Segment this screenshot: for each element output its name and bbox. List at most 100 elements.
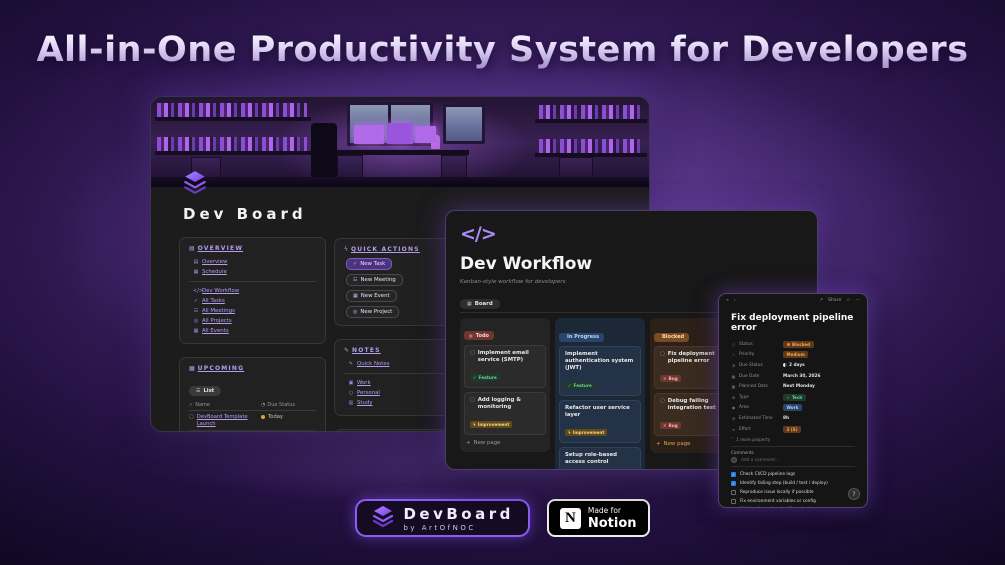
new-event-button[interactable]: ▦ New Event <box>346 290 397 302</box>
calendar-icon: ▦ <box>189 365 195 372</box>
briefcase-icon: ▣ <box>348 380 354 386</box>
check-icon: ✓ <box>353 261 358 267</box>
notes-header: NOTES <box>352 347 381 354</box>
cover-chair <box>311 123 337 177</box>
more-properties-button[interactable]: ˅ 1 more property <box>731 437 855 442</box>
property-row-due-date[interactable]: ▦ Due Date March 30, 2026 <box>731 371 855 382</box>
priority-badge: Medium <box>783 351 809 359</box>
doc-icon: ▢ <box>660 397 665 404</box>
sidebar-item-quick-notes[interactable]: ✎ Quick Notes <box>344 359 452 369</box>
sidebar-item-all-projects[interactable]: ◎ All Projects <box>189 316 316 326</box>
notes-card: ✎ NOTES ✎ Quick Notes ▣ Work ○ Personal … <box>334 339 462 416</box>
pencil-icon: ✎ <box>348 361 354 367</box>
sidebar-item-all-meetings[interactable]: ☷ All Meetings <box>189 306 316 316</box>
sidebar-item-schedule[interactable]: ▦ Schedule <box>189 267 316 277</box>
cover-monitor <box>354 125 384 144</box>
kanban-card[interactable]: Setup role-based access control ✓ Featur… <box>559 446 641 469</box>
kanban-card[interactable]: ▢ Add logging & monitoring ϟ Improvement <box>464 392 546 435</box>
tag-feature: ✓ Feature <box>470 374 500 381</box>
hourglass-icon: ◔ <box>731 362 736 368</box>
chart-icon: ≡ <box>731 426 736 432</box>
tab-list-view[interactable]: ☰ List <box>189 386 222 396</box>
kanban-card[interactable]: Implement authentication system (JWT) ✓ … <box>559 345 641 396</box>
bug-icon: ✕ <box>663 422 667 428</box>
clipboard-icon: ▤ <box>193 259 199 265</box>
code-icon: </> <box>193 288 204 294</box>
sidebar-item-personal[interactable]: ○ Personal <box>344 388 452 398</box>
status-icon: ○ <box>731 341 736 347</box>
property-row-area[interactable]: ◉ Area Work <box>731 403 855 414</box>
doc-icon: ▢ <box>470 350 475 356</box>
check-icon: ✓ <box>786 394 790 400</box>
share-button[interactable]: Share <box>828 298 841 303</box>
type-badge: ✓ Tech <box>783 393 806 401</box>
sidebar-item-dev-workflow[interactable]: </> Dev Workflow <box>189 286 316 296</box>
board-icon: ▦ <box>467 301 472 307</box>
priority-icon: ☆ <box>731 352 736 358</box>
doc-icon: ▢ <box>660 350 665 357</box>
new-page-button[interactable]: + New page <box>466 440 544 446</box>
todo-item[interactable]: ✓ Identify failing step (build / test / … <box>731 479 855 488</box>
tab-board-view[interactable]: ▦ Board <box>460 299 500 309</box>
more-menu-icon[interactable]: ⋯ <box>855 298 860 303</box>
todo-item[interactable]: Fix environment variables or config <box>731 497 855 506</box>
upcoming-header: UPCOMING <box>197 365 245 372</box>
divider <box>731 466 855 468</box>
notion-label: Notion <box>587 515 637 531</box>
avatar <box>731 457 737 464</box>
property-row-status[interactable]: ○ Status Blocked <box>731 339 855 350</box>
sidebar-item-overview[interactable]: ▤ Overview <box>189 257 316 267</box>
checkbox-checked-icon[interactable]: ✓ <box>731 481 736 487</box>
checkbox-unchecked-icon[interactable] <box>731 498 736 504</box>
overview-card: ▤ OVERVIEW ▤ Overview ▦ Schedule </> Dev… <box>179 237 326 344</box>
task-title: Fix deployment pipeline error <box>731 313 854 333</box>
back-icon[interactable]: « <box>726 298 729 303</box>
devboard-stack-icon <box>182 169 208 199</box>
pencil-icon: ✎ <box>344 347 350 354</box>
sidebar-item-all-events[interactable]: ▦ All Events <box>189 326 316 336</box>
pin-icon: ◉ <box>731 405 736 411</box>
calendar-icon: ▦ <box>731 384 736 390</box>
sidebar-item-all-tasks[interactable]: ✓ All Tasks <box>189 296 316 306</box>
checkbox-checked-icon[interactable]: ✓ <box>731 472 736 478</box>
bug-icon: ✕ <box>663 375 667 381</box>
devboard-badge-byline: by ArtOfNOC <box>403 523 476 532</box>
todo-item[interactable]: ✓ Check CI/CD pipeline logs <box>731 470 855 479</box>
star-icon[interactable]: ☆ <box>846 298 850 303</box>
sidebar-item-study[interactable]: ▥ Study <box>344 398 452 408</box>
comment-input[interactable]: Add a comment... <box>731 457 855 464</box>
new-project-button[interactable]: ◎ New Project <box>346 306 400 318</box>
property-row-type[interactable]: ⊞ Type ✓ Tech <box>731 392 855 403</box>
new-task-button[interactable]: ✓ New Task <box>346 258 393 270</box>
upcoming-card: ▦ UPCOMING ☰ List ✓ Name ◔ Due Status ▢ <box>179 357 326 432</box>
new-meeting-button[interactable]: ☷ New Meeting <box>346 274 403 286</box>
forward-icon[interactable]: › <box>734 298 736 303</box>
property-row-estimated-time[interactable]: ◔ Estimated Time 8h <box>731 413 855 424</box>
sidebar-item-work[interactable]: ▣ Work <box>344 378 452 388</box>
hero-title: All-in-One Productivity System for Devel… <box>0 30 1005 70</box>
cover-image <box>151 97 649 187</box>
code-icon: </> <box>460 223 497 245</box>
property-row-planned-date[interactable]: ▦ Planned Date Next Monday <box>731 381 855 392</box>
kanban-card[interactable]: Refactor user service layer ϟ Improvemen… <box>559 399 641 443</box>
table-row[interactable]: ▢ Prepare math exam (vectors) Today <box>189 431 316 432</box>
checkbox-unchecked-icon[interactable] <box>731 507 736 508</box>
made-for-label: Made for <box>587 505 621 515</box>
property-row-due-status[interactable]: ◔ Due Status 2 days <box>731 360 855 371</box>
column-badge-blocked[interactable]: Blocked <box>654 332 690 342</box>
property-row-effort[interactable]: ≡ Effort 3 (S) <box>731 424 855 435</box>
calendar-icon: ▦ <box>193 328 199 334</box>
column-badge-todo[interactable]: ▦ Todo <box>464 331 494 340</box>
help-button[interactable]: ? <box>848 488 860 500</box>
property-row-priority[interactable]: ☆ Priority Medium <box>731 350 855 361</box>
tag-improvement: ϟ Improvement <box>565 428 608 436</box>
todo-item[interactable]: Update dependencies if required <box>731 506 855 508</box>
kanban-card[interactable]: ▢ Implement email service (SMTP) ✓ Featu… <box>464 345 546 388</box>
table-row[interactable]: ▢ DevBoard Template Launch Today <box>189 411 316 431</box>
todo-item[interactable]: Reproduce issue locally if possible <box>731 488 855 497</box>
list-icon: ☰ <box>196 388 201 394</box>
table-header: ✓ Name ◔ Due Status <box>189 400 316 411</box>
column-badge-in-progress[interactable]: In Progress <box>559 332 605 342</box>
checkbox-unchecked-icon[interactable] <box>731 489 736 495</box>
tag-bug: ✕ Bug <box>660 374 681 382</box>
